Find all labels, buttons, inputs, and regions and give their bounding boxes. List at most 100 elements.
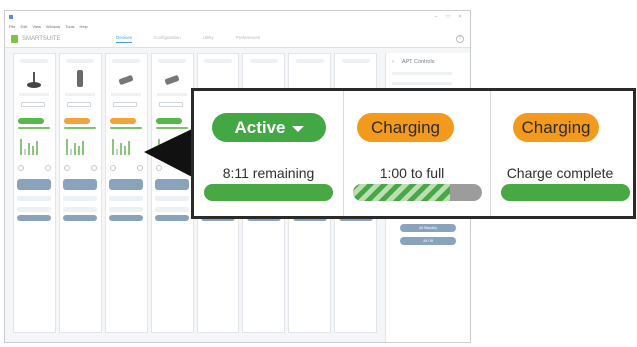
active-label: Active — [234, 117, 286, 137]
status-cell-active: Active 8:11 remaining — [194, 91, 344, 216]
channel-action-button[interactable] — [17, 179, 52, 190]
channel-name-field[interactable] — [341, 59, 370, 63]
gain-control[interactable] — [18, 165, 51, 171]
menu-bar: File Edit View Window Tools Help — [5, 22, 470, 30]
channel-select[interactable] — [112, 102, 137, 107]
channel-name-field[interactable] — [203, 59, 232, 63]
channel-info-line — [155, 196, 190, 201]
rf-meter-icon — [111, 137, 147, 155]
rf-meter-icon — [65, 137, 101, 155]
channel-name-field[interactable] — [20, 59, 49, 63]
time-to-full-text: 1:00 to full — [379, 165, 445, 181]
device-icon — [347, 69, 365, 89]
device-label-line — [19, 93, 50, 96]
logo-mark-icon — [11, 34, 18, 43]
channel-select[interactable] — [21, 102, 45, 107]
menu-view[interactable]: View — [32, 24, 41, 29]
tab-utility[interactable]: Utility — [203, 35, 214, 43]
channel-action-button[interactable] — [109, 179, 144, 190]
status-cell-charging: Charging 1:00 to full — [344, 91, 491, 216]
charging-label: Charging — [371, 117, 440, 137]
screenshot-stage: – □ × File Edit View Window Tools Help S… — [0, 0, 637, 347]
device-label-line — [157, 93, 188, 96]
channel-info-line — [155, 207, 190, 212]
battery-meter-fill — [204, 184, 333, 201]
active-dropdown-button[interactable]: Active — [212, 113, 326, 142]
tab-devices[interactable]: Devices — [116, 35, 133, 43]
channel-info-line — [109, 196, 144, 201]
zoom-callout: Active 8:11 remaining Charging 1:00 to f… — [191, 88, 636, 219]
device-label-line — [65, 93, 96, 96]
battery-meter-fill — [501, 184, 630, 201]
channel-strip — [150, 53, 194, 333]
channel-name-field[interactable] — [112, 59, 141, 63]
device-icon — [71, 69, 89, 89]
menu-edit[interactable]: Edit — [20, 24, 27, 29]
app-header: SMARTSUITE Devices Configuration Utility… — [5, 30, 470, 48]
device-icon — [117, 69, 135, 89]
menu-window[interactable]: Window — [46, 24, 60, 29]
device-label-line — [111, 93, 142, 96]
help-icon[interactable]: ? — [456, 34, 464, 43]
device-icon — [255, 69, 273, 89]
side-panel-header: › APT Controls — [392, 59, 470, 65]
channel-action-button[interactable] — [63, 179, 98, 190]
all-off-button[interactable]: All Off — [400, 237, 456, 245]
device-icon — [25, 69, 43, 89]
battery-status-badge[interactable] — [18, 118, 44, 124]
battery-bar — [63, 127, 96, 129]
battery-bar — [18, 127, 50, 129]
rf-meter-icon — [20, 137, 55, 155]
gain-control[interactable] — [155, 165, 189, 171]
channel-name-field[interactable] — [249, 59, 278, 63]
channel-info-line — [63, 207, 98, 212]
channel-name-field[interactable] — [295, 59, 324, 63]
chevron-right-icon[interactable]: › — [392, 59, 394, 65]
battery-meter-fill — [353, 184, 450, 201]
battery-bar — [109, 127, 142, 129]
charge-complete-text: Charge complete — [506, 165, 614, 181]
channel-name-field[interactable] — [158, 59, 187, 63]
status-cell-complete: Charging Charge complete — [491, 91, 633, 216]
app-icon — [9, 14, 13, 19]
title-bar: – □ × — [5, 11, 470, 22]
battery-status-badge[interactable] — [155, 118, 182, 124]
app-title: SMARTSUITE — [22, 35, 61, 42]
menu-help[interactable]: Help — [80, 24, 88, 29]
app-logo: SMARTSUITE — [11, 34, 106, 43]
battery-bar — [155, 127, 188, 129]
all-standby-button[interactable]: All Standby — [400, 224, 456, 232]
side-panel-title: APT Controls — [401, 59, 435, 65]
tab-preferences[interactable]: Preferences — [236, 35, 260, 43]
caret-down-icon — [291, 125, 304, 132]
side-panel-line — [392, 72, 452, 75]
identify-button[interactable] — [63, 215, 98, 221]
minimize-icon[interactable]: – — [430, 14, 442, 20]
battery-status-badge[interactable] — [109, 118, 136, 124]
battery-meter — [353, 184, 482, 201]
channel-info-line — [63, 196, 98, 201]
device-icon — [163, 69, 181, 89]
channel-select[interactable] — [158, 102, 183, 107]
close-icon[interactable]: × — [454, 14, 466, 20]
identify-button[interactable] — [155, 215, 190, 221]
battery-status-badge[interactable] — [63, 118, 90, 124]
menu-tools[interactable]: Tools — [65, 24, 74, 29]
channel-select[interactable] — [66, 102, 91, 107]
identify-button[interactable] — [109, 215, 144, 221]
tab-configuration[interactable]: Configuration — [154, 35, 181, 43]
battery-meter — [204, 184, 333, 201]
channel-strip — [104, 53, 148, 333]
maximize-icon[interactable]: □ — [442, 14, 454, 20]
gain-control[interactable] — [109, 165, 143, 171]
channel-name-field[interactable] — [66, 59, 95, 63]
identify-button[interactable] — [17, 215, 52, 221]
charging-badge: Charging — [357, 113, 454, 142]
nav-tabs: Devices Configuration Utility Preference… — [116, 35, 260, 43]
channel-action-button[interactable] — [155, 179, 190, 190]
menu-file[interactable]: File — [9, 24, 15, 29]
charging-label: Charging — [521, 117, 591, 137]
gain-control[interactable] — [63, 165, 97, 171]
channel-info-line — [17, 196, 52, 201]
rf-meter-icon — [157, 137, 193, 155]
